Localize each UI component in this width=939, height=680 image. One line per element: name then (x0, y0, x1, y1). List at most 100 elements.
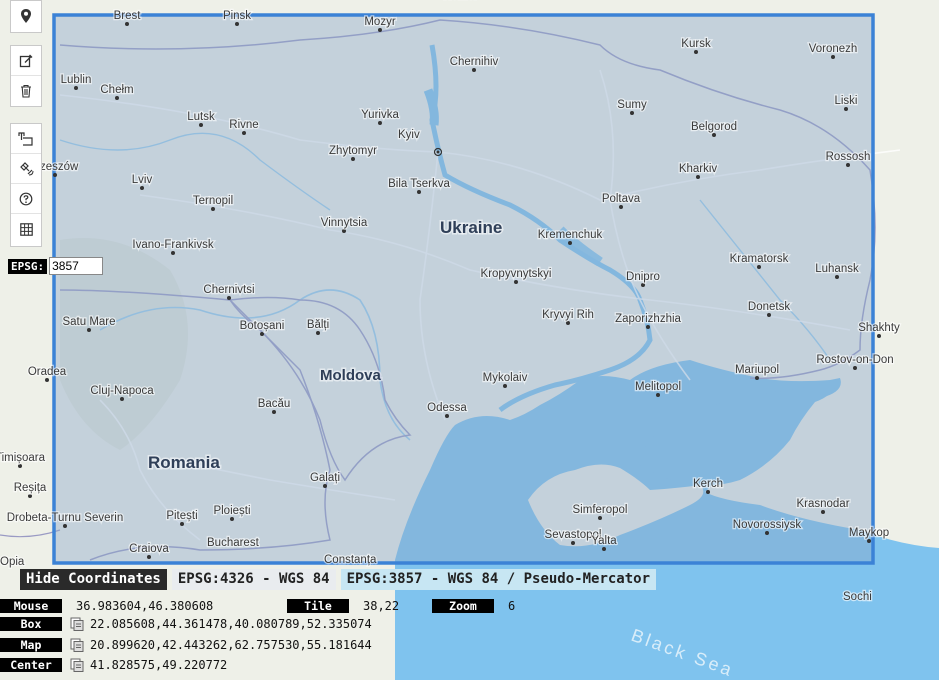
city-dot (503, 384, 507, 388)
city-dot (821, 510, 825, 514)
city-dot (846, 163, 850, 167)
city-dot (180, 522, 184, 526)
delete-button[interactable] (11, 76, 41, 106)
city-label: Zaporizhzhia (615, 313, 681, 325)
city-dot (227, 296, 231, 300)
copy-icon[interactable] (70, 638, 84, 652)
city-dot (260, 332, 264, 336)
city-label: Bălți (307, 319, 329, 331)
city-label: Constanța (324, 554, 377, 566)
box-row: Box 22.085608,44.361478,40.080789,52.335… (0, 616, 372, 632)
city-dot (417, 190, 421, 194)
copy-icon[interactable] (70, 617, 84, 631)
city-dot (831, 55, 835, 59)
city-label: Ternopil (193, 195, 233, 207)
city-label: Ivano-Frankivsk (132, 239, 213, 251)
city-label: Oradea (28, 366, 67, 378)
map-value: 20.899620,42.443262,62.757530,55.181644 (90, 638, 372, 652)
city-label: Bucharest (207, 537, 260, 549)
mouse-row: Mouse 36.983604,46.380608 (0, 598, 213, 614)
city-label: Ploiești (213, 505, 250, 517)
city-dot (706, 490, 710, 494)
city-dot (125, 22, 129, 26)
coordinate-tabs: Hide Coordinates EPSG:4326 - WGS 84 EPSG… (20, 569, 657, 590)
tab-epsg-4326[interactable]: EPSG:4326 - WGS 84 (171, 569, 336, 590)
draw-toolbar (10, 45, 42, 107)
city-label: Galați (310, 472, 340, 484)
city-dot (316, 331, 320, 335)
city-label: Mykolaiv (483, 372, 528, 384)
hide-coordinates-button[interactable]: Hide Coordinates (20, 569, 167, 590)
city-dot (28, 494, 32, 498)
city-label: Kropyvnytskyi (481, 268, 552, 280)
city-dot (342, 229, 346, 233)
city-label: Bacău (258, 398, 291, 410)
city-label: Yurivka (361, 109, 399, 121)
city-dot (45, 378, 49, 382)
city-label: Drobeta-Turnu Severin (7, 512, 124, 524)
mouse-value: 36.983604,46.380608 (76, 599, 214, 613)
city-dot (630, 111, 634, 115)
city-dot (646, 325, 650, 329)
city-label: Mozyr (364, 16, 395, 28)
city-label: Kharkiv (679, 163, 718, 175)
city-dot (755, 376, 759, 380)
city-label: Liski (834, 95, 857, 107)
city-dot (619, 205, 623, 209)
city-dot (765, 531, 769, 535)
city-label: Luhansk (815, 263, 859, 275)
location-button[interactable] (11, 1, 41, 31)
grid-icon (19, 222, 33, 236)
mouse-label: Mouse (0, 599, 62, 613)
city-label: Homel (443, 0, 476, 2)
city-dot (568, 241, 572, 245)
epsg-input[interactable] (49, 257, 104, 275)
city-label: Reșița (14, 482, 47, 494)
city-dot (712, 133, 716, 137)
city-dot (115, 96, 119, 100)
city-dot (272, 410, 276, 414)
city-label: Kyiv (398, 129, 420, 141)
city-label: Botoșani (240, 320, 285, 332)
tab-epsg-3857[interactable]: EPSG:3857 - WGS 84 / Pseudo-Mercator (340, 569, 657, 590)
city-label: Craiova (129, 543, 169, 555)
city-dot (472, 68, 476, 72)
city-dot (602, 547, 606, 551)
city-dot (566, 321, 570, 325)
selection-box (52, 13, 875, 565)
city-dot (571, 541, 575, 545)
city-label: Dnipro (626, 271, 660, 283)
city-dot (757, 265, 761, 269)
city-dot (323, 484, 327, 488)
city-dot (235, 22, 239, 26)
city-dot (598, 516, 602, 520)
city-label: Voronezh (809, 43, 858, 55)
city-dot (87, 328, 91, 332)
city-dot (120, 397, 124, 401)
zoom-value: 6 (508, 599, 516, 613)
city-label: Timișoara (0, 452, 46, 464)
city-dot (835, 275, 839, 279)
city-dot (877, 334, 881, 338)
satellite-icon (19, 162, 33, 176)
satellite-button[interactable] (11, 154, 41, 184)
city-dot (853, 366, 857, 370)
tile-value: 38,22 (363, 599, 400, 613)
location-pin-icon (21, 9, 31, 23)
edit-button[interactable] (11, 46, 41, 76)
city-label: Yalta (591, 535, 617, 547)
city-label: Lublin (61, 74, 92, 86)
city-label: Belgorod (691, 121, 737, 133)
city-dot (694, 50, 698, 54)
country-label-ukraine: Ukraine (440, 218, 502, 237)
city-label: Zhytomyr (329, 145, 377, 157)
city-dot (514, 280, 518, 284)
city-dot (767, 313, 771, 317)
copy-icon[interactable] (70, 658, 84, 672)
text-tool-button[interactable] (11, 124, 41, 154)
city-label: Opia (0, 556, 25, 568)
help-button[interactable] (11, 184, 41, 214)
map-label: Map (0, 638, 62, 652)
grid-button[interactable] (11, 214, 41, 244)
city-dot (171, 251, 175, 255)
